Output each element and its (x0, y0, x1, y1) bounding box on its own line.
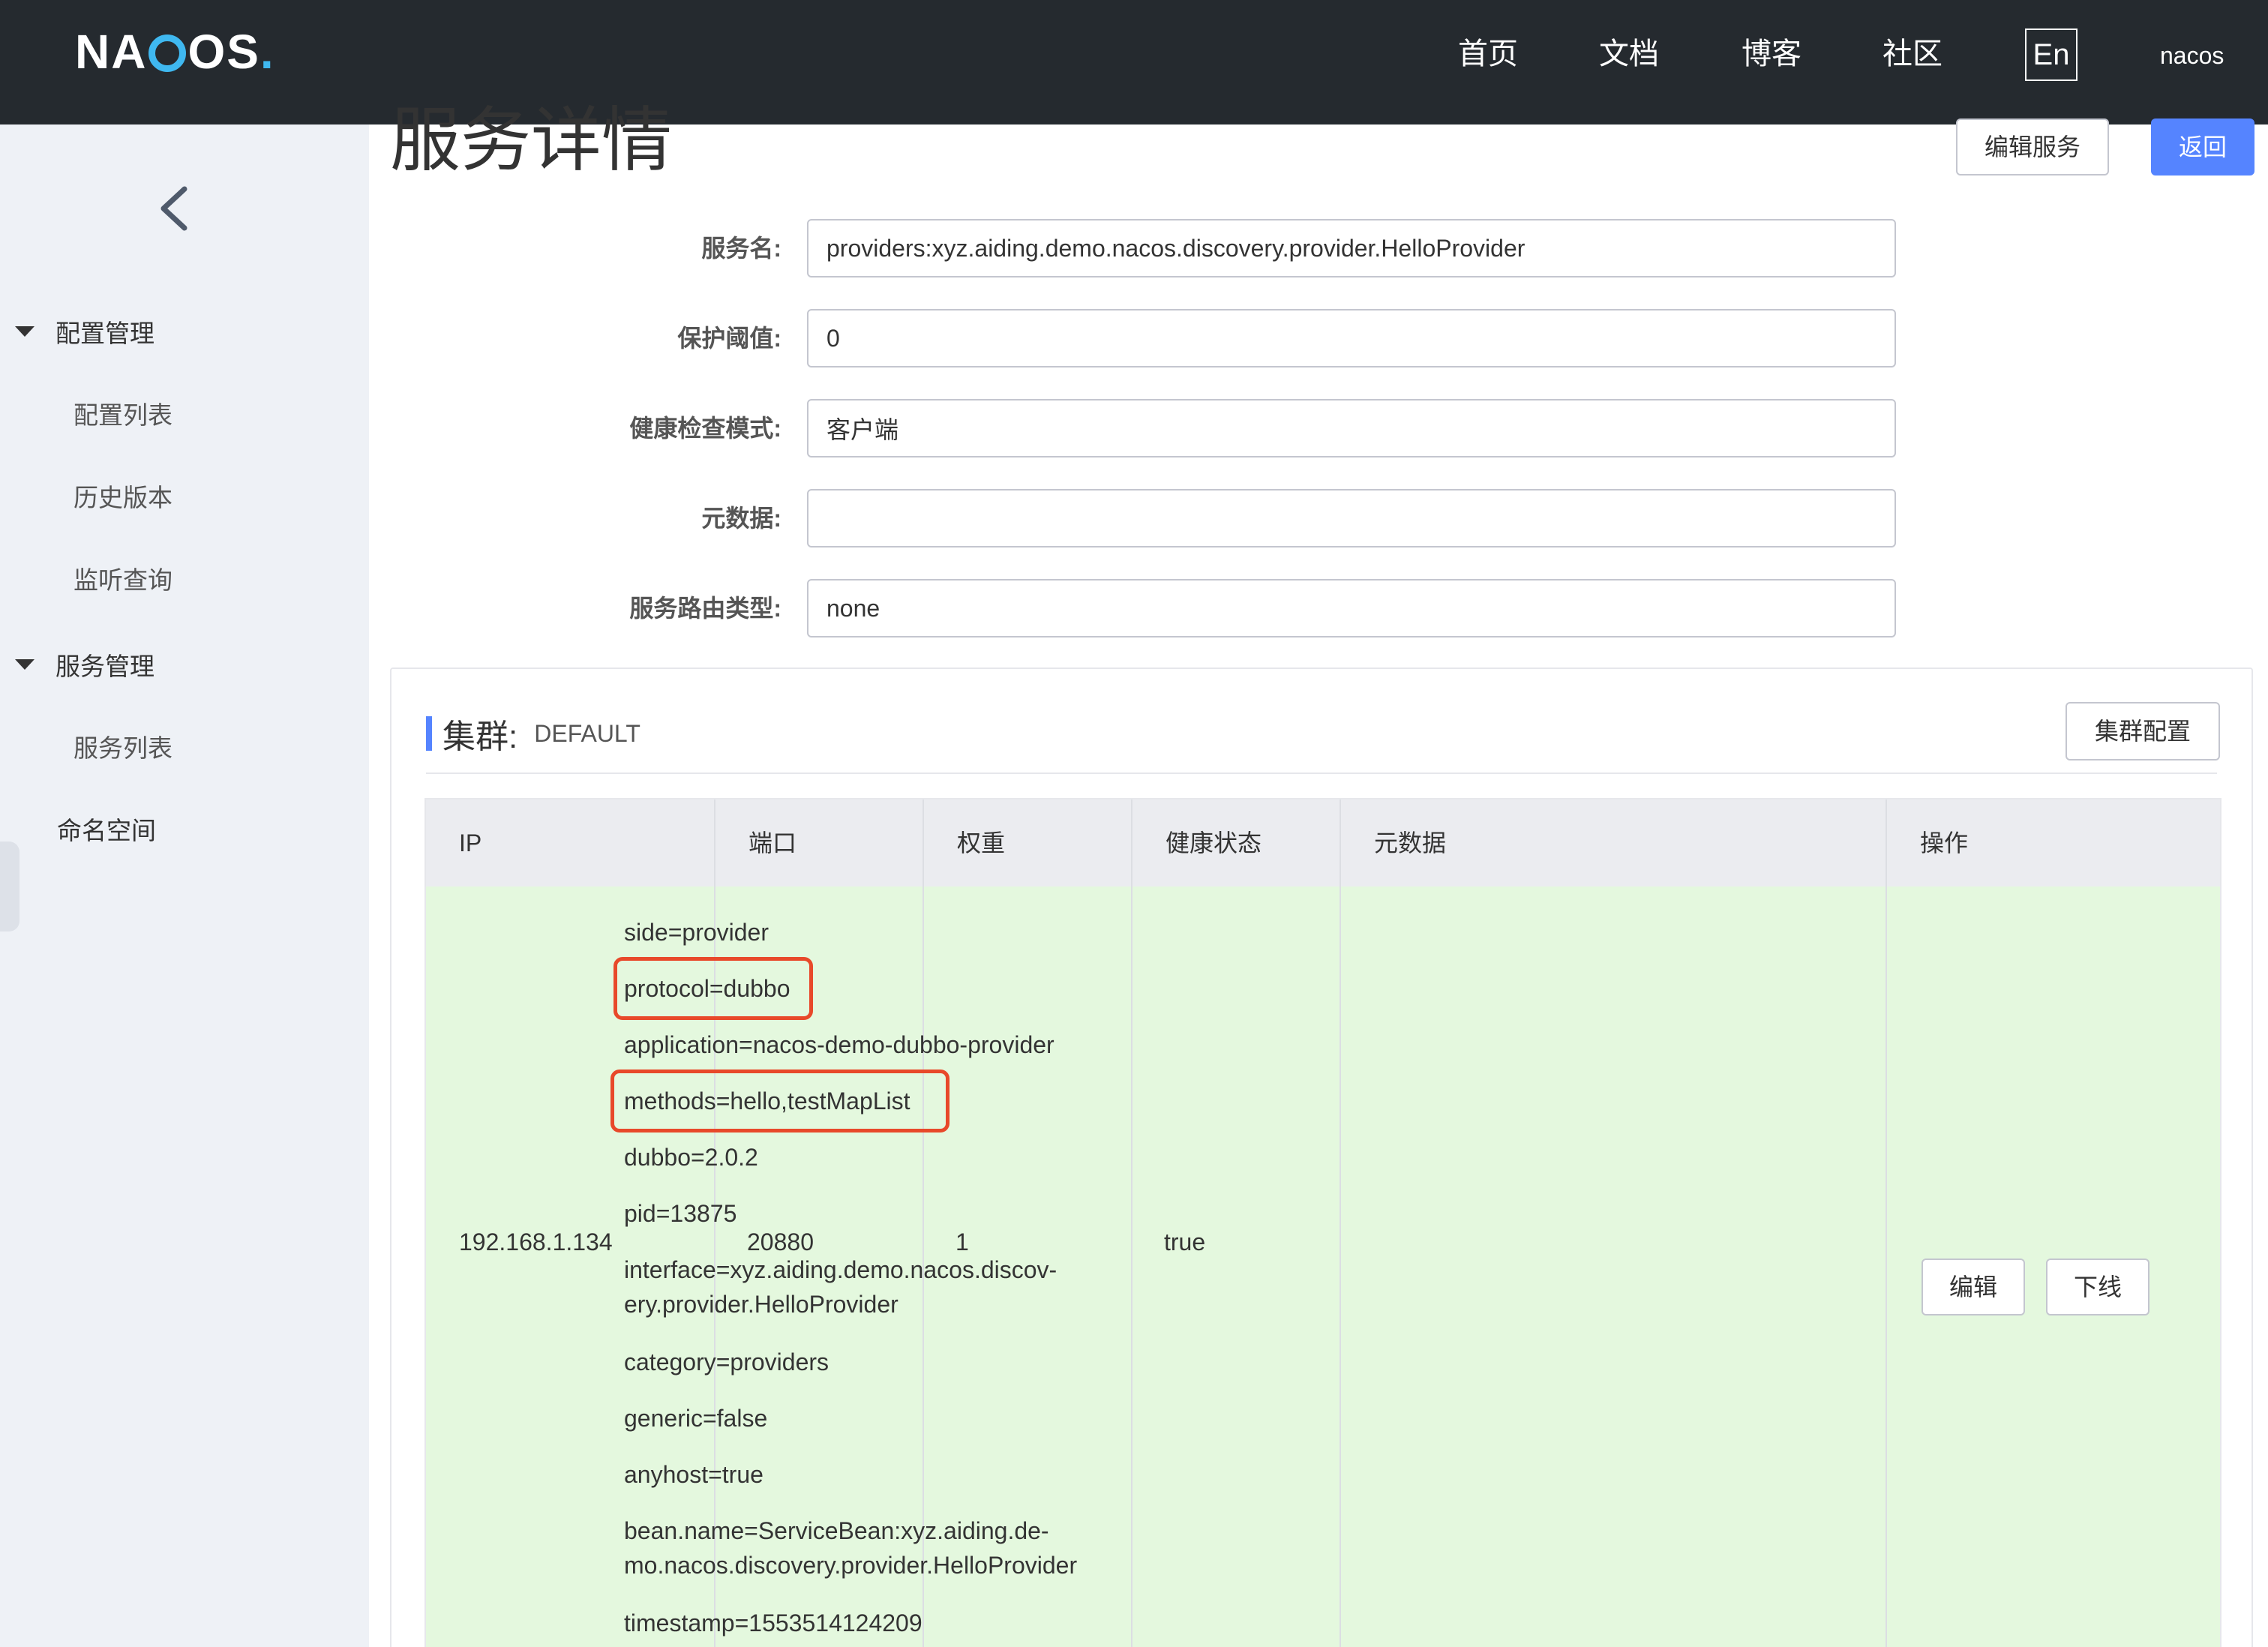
sidebar-item-history[interactable]: 历史版本 (74, 477, 172, 519)
metadata-entry: generic=false (624, 1405, 768, 1432)
nacos-logo[interactable]: NA OS. (75, 18, 275, 86)
sidebar-item-config-list[interactable]: 配置列表 (74, 394, 172, 436)
logo-text-right: OS (188, 25, 260, 79)
protect-threshold-field[interactable] (807, 309, 1896, 368)
metadata-entry: pid=13875 (624, 1200, 737, 1227)
instance-table: IP 端口 权重 健康状态 元数据 操作 192.168.1.134 20880… (424, 798, 2222, 1647)
logo-dot: . (260, 25, 275, 79)
metadata-entry: interface=xyz.aiding.demo.nacos.discov- (624, 1256, 1058, 1283)
metadata-entry-continued: mo.nacos.discovery.provider.HelloProvide… (624, 1552, 1078, 1579)
column-divider (1886, 886, 1887, 1647)
route-type-label: 服务路由类型: (629, 595, 782, 622)
health-check-mode-field[interactable] (807, 399, 1896, 458)
caret-down-icon (15, 326, 34, 337)
cluster-label: 集群: (442, 718, 518, 755)
metadata-entry: anyhost=true (624, 1461, 764, 1488)
top-header: NA OS. 首页 文档 博客 社区 En nacos (0, 0, 2268, 124)
route-type-field[interactable] (807, 579, 1896, 638)
column-divider (1131, 886, 1132, 1647)
service-name-field[interactable] (807, 219, 1896, 278)
caret-down-icon (15, 659, 34, 670)
sidebar: 配置管理 配置列表 历史版本 监听查询 服务管理 服务列表 命名空间 (0, 124, 369, 1647)
column-header-metadata: 元数据 (1341, 800, 1887, 886)
column-header-actions: 操作 (1887, 800, 2220, 886)
cluster-divider (426, 772, 2217, 774)
nav-blog[interactable]: 博客 (1742, 32, 1802, 76)
edit-service-button[interactable]: 编辑服务 (1956, 118, 2109, 176)
nav-community[interactable]: 社区 (1882, 32, 1942, 76)
current-user[interactable]: nacos (2160, 34, 2224, 76)
column-header-health: 健康状态 (1132, 800, 1341, 886)
metadata-entry: category=providers (624, 1348, 830, 1376)
form-row-health-check: 健康检查模式: (390, 399, 1898, 458)
nav-home[interactable]: 首页 (1458, 32, 1518, 76)
edit-instance-button[interactable]: 编辑 (1922, 1258, 2025, 1316)
nav-docs[interactable]: 文档 (1599, 32, 1659, 76)
cluster-config-button[interactable]: 集群配置 (2066, 702, 2220, 760)
cluster-name: DEFAULT (534, 719, 640, 747)
sidebar-group-label: 配置管理 (56, 320, 154, 347)
logo-ring-icon (148, 34, 187, 72)
language-switch-button[interactable]: En (2025, 28, 2078, 81)
sidebar-item-service-list[interactable]: 服务列表 (74, 728, 172, 770)
sidebar-drag-tab[interactable] (0, 842, 20, 932)
cluster-header: 集群: DEFAULT (426, 711, 640, 756)
column-header-port: 端口 (716, 800, 924, 886)
form-row-route-type: 服务路由类型: (390, 579, 1898, 638)
sidebar-item-listener-query[interactable]: 监听查询 (74, 560, 172, 602)
back-button[interactable]: 返回 (2151, 118, 2254, 176)
sidebar-group-label: 服务管理 (56, 652, 154, 680)
metadata-field[interactable] (807, 489, 1896, 548)
metadata-entry-continued: ery.provider.HelloProvider (624, 1291, 898, 1318)
chevron-left-icon (160, 186, 188, 231)
sidebar-group-service[interactable]: 服务管理 (15, 644, 154, 686)
offline-instance-button[interactable]: 下线 (2046, 1258, 2150, 1316)
metadata-entry: dubbo=2.0.2 (624, 1144, 758, 1171)
column-header-ip: IP (426, 800, 716, 886)
service-name-label: 服务名: (701, 235, 782, 262)
metadata-entry: bean.name=ServiceBean:xyz.aiding.de- (624, 1517, 1049, 1544)
page-title: 服务详情 (390, 100, 673, 179)
protect-threshold-label: 保护阈值: (677, 325, 782, 352)
metadata-entry: application=nacos-demo-dubbo-provider (624, 1031, 1054, 1058)
metadata-entry: side=provider (624, 919, 769, 946)
metadata-label: 元数据: (701, 505, 782, 532)
cell-ip: 192.168.1.134 (459, 1228, 613, 1256)
logo-text-left: NA (75, 25, 148, 79)
sidebar-item-namespace[interactable]: 命名空间 (57, 810, 156, 852)
highlight-box-methods (610, 1070, 950, 1132)
cluster-accent-bar (426, 716, 432, 751)
form-row-metadata: 元数据: (390, 489, 1898, 548)
sidebar-group-config[interactable]: 配置管理 (15, 310, 154, 352)
sidebar-collapse-button[interactable] (150, 177, 200, 240)
highlight-box-protocol (614, 957, 813, 1020)
cell-health: true (1164, 1228, 1206, 1256)
form-row-protect-threshold: 保护阈值: (390, 309, 1898, 368)
form-row-service-name: 服务名: (390, 219, 1898, 278)
column-header-weight: 权重 (924, 800, 1132, 886)
health-check-mode-label: 健康检查模式: (629, 415, 782, 442)
column-divider (1340, 886, 1341, 1647)
metadata-entry: timestamp=1553514124209 (624, 1610, 922, 1636)
